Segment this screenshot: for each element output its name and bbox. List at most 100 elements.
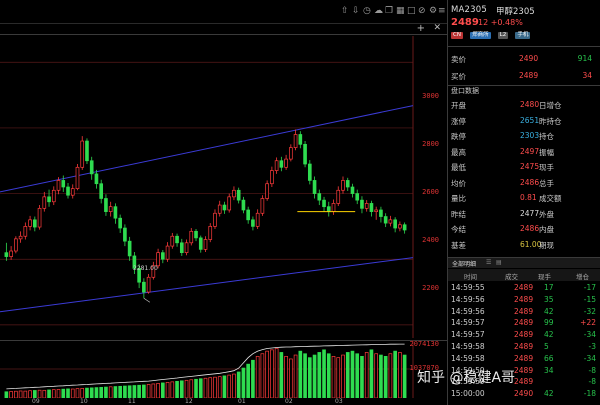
tick-price: 2489 <box>514 342 534 351</box>
divider <box>448 46 600 47</box>
tick-price: 2489 <box>514 330 534 340</box>
buy-price[interactable]: 2489 <box>519 71 538 80</box>
volume-bar <box>279 352 284 398</box>
candle-body <box>184 242 189 254</box>
channel-lower-line <box>0 257 414 313</box>
candle-body <box>345 180 350 188</box>
candle-body <box>161 252 165 260</box>
stat-value: 2497 <box>520 146 540 156</box>
volume-bar <box>336 357 341 398</box>
copy-icon[interactable]: ❐ <box>385 5 393 17</box>
close-icon[interactable]: ✕ <box>433 23 441 33</box>
volume-bar <box>379 354 383 398</box>
clock-icon[interactable]: ◷ <box>363 5 371 17</box>
candle-body <box>360 199 364 209</box>
candle-body <box>355 193 360 201</box>
volume-bar <box>99 386 104 398</box>
candle-body <box>47 196 51 203</box>
candle-body <box>32 219 37 228</box>
candle-body <box>198 237 203 250</box>
arrow-down-icon[interactable]: ⇩ <box>352 5 360 17</box>
candle-body <box>393 219 397 229</box>
volume-bar <box>341 354 345 398</box>
tag-cn: CN <box>451 32 463 39</box>
candle-body <box>80 140 85 168</box>
stat-label: 今结 <box>451 225 466 234</box>
candle-body <box>9 250 13 257</box>
volume-bar <box>393 350 397 398</box>
price-tick: 3000 <box>422 92 439 100</box>
candle-body <box>175 235 179 244</box>
tick-time: 14:59:58 <box>451 353 485 363</box>
volume-bar <box>75 388 80 398</box>
volume-bar <box>70 388 75 398</box>
tab-all-ticks[interactable]: 全部明细 <box>452 259 476 268</box>
volume-bar <box>303 353 307 398</box>
stat-value: 2486 <box>520 177 540 187</box>
candle-body <box>255 212 260 227</box>
page-icon[interactable]: □ <box>407 5 416 17</box>
detail-icon[interactable]: ▤ <box>496 259 502 266</box>
add-tab-icon[interactable]: + <box>417 23 425 34</box>
candle-body <box>322 199 326 208</box>
date-tick: 02 <box>285 398 293 405</box>
candle-body <box>179 242 184 254</box>
list-icon[interactable]: ☰ <box>486 259 491 266</box>
low-marker <box>143 298 151 303</box>
tick-tabs[interactable]: 全部明细 ☰ ▤ <box>448 257 600 268</box>
volume-bar <box>208 377 213 398</box>
volume-bar <box>85 387 89 398</box>
list-icon[interactable]: ≡ <box>438 5 446 17</box>
slash-icon[interactable]: ⊘ <box>418 5 426 17</box>
col-volume: 现手 <box>538 273 551 281</box>
grid-icon[interactable]: ▦ <box>396 5 405 17</box>
candle-body <box>56 180 61 191</box>
volume-bar <box>326 353 331 398</box>
buy-label: 买价 <box>451 72 466 81</box>
volume-bar <box>227 374 232 398</box>
volume-bar <box>9 391 13 398</box>
volume-bar <box>274 348 279 398</box>
symbol-code[interactable]: MA2305 <box>451 5 487 15</box>
candle-body <box>284 158 288 168</box>
candle-body <box>165 245 170 260</box>
tick-oi-change: -15 <box>583 294 596 304</box>
volume-bar <box>260 353 265 398</box>
stat-right-label: 昨持仓 <box>539 116 562 126</box>
chart-area[interactable]: ⇧ ⇩ ◷ ☁ ❐ ▦ □ ⊘ ⚙ ≡ + ✕ 3000 2800 2600 2… <box>0 0 447 405</box>
kline-chart[interactable] <box>0 36 447 338</box>
volume-bar <box>284 355 288 398</box>
candle-body <box>42 196 47 209</box>
symbol-tags: CN 郑商所 L2 手机 <box>451 32 532 41</box>
stat-label: 涨停 <box>451 116 466 126</box>
volume-bar <box>23 390 28 398</box>
candle-body <box>246 209 250 221</box>
symbol-name[interactable]: 甲醇2305 <box>496 5 535 17</box>
tick-oi-change: -32 <box>583 306 596 316</box>
price-tick: 2600 <box>422 188 439 196</box>
sell-price[interactable]: 2490 <box>519 54 538 63</box>
stat-value: 2475 <box>520 162 540 171</box>
stat-label: 开盘 <box>451 101 466 110</box>
candle-body <box>127 240 132 257</box>
tick-price: 2489 <box>514 306 534 316</box>
candle-body <box>66 186 70 196</box>
volume-bar <box>137 384 141 398</box>
candle-body <box>232 189 236 198</box>
stat-right-label: 总手 <box>539 178 554 188</box>
sell-label: 卖价 <box>451 55 466 64</box>
volume-bar <box>217 376 222 398</box>
candle-body <box>104 198 108 212</box>
volume-bar <box>355 353 360 398</box>
tick-time: 14:59:57 <box>451 330 485 340</box>
volume-bar <box>222 375 227 398</box>
candle-body <box>146 276 151 293</box>
volume-chart[interactable] <box>0 340 447 398</box>
price-tick: 2200 <box>422 284 439 292</box>
candle-body <box>270 170 274 185</box>
arrow-up-icon[interactable]: ⇧ <box>341 5 349 17</box>
stat-label: 均价 <box>451 178 466 188</box>
pin-icon[interactable]: ⚙ <box>429 5 437 17</box>
cloud-icon[interactable]: ☁ <box>374 5 383 17</box>
candle-body <box>61 180 66 188</box>
